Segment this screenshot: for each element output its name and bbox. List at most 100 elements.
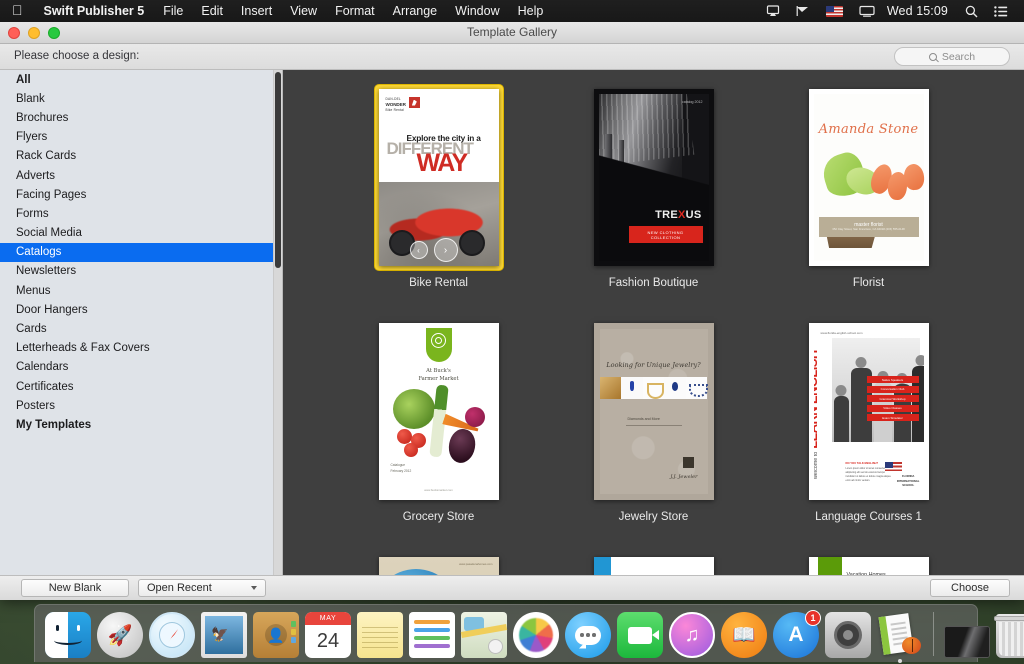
menu-item-format[interactable]: Format xyxy=(326,4,384,18)
search-input[interactable]: Search xyxy=(894,47,1010,66)
sidebar-item-adverts[interactable]: Adverts xyxy=(0,166,282,185)
us-flag-icon[interactable] xyxy=(818,6,851,17)
sidebar-item-cards[interactable]: Cards xyxy=(0,319,282,338)
menu-item-arrange[interactable]: Arrange xyxy=(384,4,446,18)
dock-item-reminders[interactable] xyxy=(409,612,455,658)
dock-item-calendar[interactable]: MAY 24 xyxy=(305,612,351,658)
template-thumbnail-knopka[interactable]: nt cent knopka company www.knopkacomp.co… xyxy=(594,557,714,575)
template-grid[interactable]: DAN-DEL WONDER Bike Rental Explore the c… xyxy=(283,70,1024,575)
template-grid-rows: DAN-DEL WONDER Bike Rental Explore the c… xyxy=(283,85,1024,575)
sidebar-item-my-templates[interactable]: My Templates xyxy=(0,415,282,434)
sidebar-item-catalogs[interactable]: Catalogs xyxy=(0,243,282,262)
template-thumbnail-wrap-fashion[interactable]: catalog 2012 TREXUS NEW CLOTHING COLLECT… xyxy=(590,85,718,270)
template-thumbnail-bike-rental[interactable]: DAN-DEL WONDER Bike Rental Explore the c… xyxy=(379,89,499,266)
sidebar-item-calendars[interactable]: Calendars xyxy=(0,358,282,377)
dock-item-finder[interactable] xyxy=(45,612,91,658)
template-thumbnail-wrap-florist[interactable]: Amanda Stone xyxy=(805,85,933,270)
template-thumbnail-wrap-grocery[interactable]: At Buck's Farmer Market xyxy=(375,319,503,504)
language-bullet-2: Conversation Club xyxy=(867,386,919,393)
dock-item-notes[interactable] xyxy=(357,612,403,658)
template-thumbnail-florist[interactable]: Amanda Stone xyxy=(809,89,929,266)
template-thumbnail-wrap-language[interactable]: www.florida-english-school.com xyxy=(805,319,933,504)
template-thumbnail-selection[interactable]: DAN-DEL WONDER Bike Rental Explore the c… xyxy=(375,85,503,270)
open-recent-dropdown[interactable]: Open Recent xyxy=(138,579,266,597)
sidebar-item-brochures[interactable]: Brochures xyxy=(0,108,282,127)
dock-item-ibooks[interactable]: 📖 xyxy=(721,612,767,658)
template-card-fashion-boutique[interactable]: catalog 2012 TREXUS NEW CLOTHING COLLECT… xyxy=(546,85,761,289)
dock-item-mail[interactable]: 🦅 xyxy=(201,612,247,658)
dock-item-maps[interactable] xyxy=(461,612,507,658)
dock-item-messages[interactable] xyxy=(565,612,611,658)
template-thumbnail-grocery-store[interactable]: At Buck's Farmer Market xyxy=(379,323,499,500)
window-titlebar[interactable]: Template Gallery xyxy=(0,22,1024,44)
sidebar-item-forms[interactable]: Forms xyxy=(0,204,282,223)
dock-item-app-store[interactable]: A 1 xyxy=(773,612,819,658)
sidebar-item-facing-pages[interactable]: Facing Pages xyxy=(0,185,282,204)
menu-item-edit[interactable]: Edit xyxy=(192,4,232,18)
sidebar-scrollbar[interactable] xyxy=(273,70,282,575)
dock-separator xyxy=(933,612,934,656)
template-thumbnail-pasadena[interactable]: Vacation Homes in Pasadena xyxy=(809,557,929,575)
sidebar-item-all[interactable]: All xyxy=(0,70,282,89)
template-card-knopka[interactable]: nt cent knopka company www.knopkacomp.co… xyxy=(546,553,761,575)
choose-button[interactable]: Choose xyxy=(930,579,1010,597)
jewelry-brand: J.J. Jeweler xyxy=(670,474,697,480)
menu-item-help[interactable]: Help xyxy=(509,4,553,18)
sidebar-item-posters[interactable]: Posters xyxy=(0,396,282,415)
template-card-jewelry-store[interactable]: Looking for Unique Jewelry? Diamonds an xyxy=(546,319,761,523)
sidebar-item-door-hangers[interactable]: Door Hangers xyxy=(0,300,282,319)
menu-item-file[interactable]: File xyxy=(154,4,192,18)
sidebar-item-menus[interactable]: Menus xyxy=(0,281,282,300)
dock-item-swift-publisher[interactable] xyxy=(877,612,923,658)
template-card-grocery-store[interactable]: At Buck's Farmer Market xyxy=(331,319,546,523)
language-bullet-4: Video Classes xyxy=(867,405,919,412)
template-card-pasadena[interactable]: Vacation Homes in Pasadena xyxy=(761,553,976,575)
template-thumbnail-jewelry-store[interactable]: Looking for Unique Jewelry? Diamonds an xyxy=(594,323,714,500)
dock-item-launchpad[interactable]: 🚀 xyxy=(97,612,143,658)
airplay-icon[interactable] xyxy=(788,5,818,17)
spotlight-search-icon[interactable] xyxy=(957,5,986,18)
template-thumbnail-wrap-knopka[interactable]: nt cent knopka company www.knopkacomp.co… xyxy=(590,553,718,575)
dock-item-photos[interactable] xyxy=(513,612,559,658)
menu-item-insert[interactable]: Insert xyxy=(232,4,281,18)
template-card-vacation[interactable]: Vacation www.pasadenahomes.com xyxy=(331,553,546,575)
sidebar-item-flyers[interactable]: Flyers xyxy=(0,128,282,147)
template-thumbnail-wrap-vacation[interactable]: Vacation www.pasadenahomes.com xyxy=(375,553,503,575)
menu-app-name[interactable]: Swift Publisher 5 xyxy=(34,4,155,18)
trash-body-icon xyxy=(999,622,1024,656)
sidebar-item-blank[interactable]: Blank xyxy=(0,89,282,108)
dock-item-system-preferences[interactable] xyxy=(825,612,871,658)
menu-item-window[interactable]: Window xyxy=(446,4,508,18)
finder-smile-icon xyxy=(54,636,82,645)
template-thumbnail-language-courses-1[interactable]: www.florida-english-school.com xyxy=(809,323,929,500)
menu-bar-clock[interactable]: Wed 15:09 xyxy=(883,4,957,18)
dock-item-safari[interactable] xyxy=(149,612,195,658)
template-card-language-courses-1[interactable]: www.florida-english-school.com xyxy=(761,319,976,523)
dock-item-contacts[interactable]: 👤 xyxy=(253,612,299,658)
category-sidebar[interactable]: All Blank Brochures Flyers Rack Cards Ad… xyxy=(0,70,283,575)
menu-item-view[interactable]: View xyxy=(281,4,326,18)
finder-eyes-icon xyxy=(50,625,86,631)
sidebar-item-letterheads-fax-covers[interactable]: Letterheads & Fax Covers xyxy=(0,339,282,358)
sidebar-scrollbar-thumb[interactable] xyxy=(275,72,281,268)
template-thumbnail-fashion-boutique[interactable]: catalog 2012 TREXUS NEW CLOTHING COLLECT… xyxy=(594,89,714,266)
dock-item-itunes[interactable]: ♫ xyxy=(669,612,715,658)
template-card-bike-rental[interactable]: DAN-DEL WONDER Bike Rental Explore the c… xyxy=(331,85,546,289)
display-icon[interactable] xyxy=(851,5,883,17)
sidebar-item-rack-cards[interactable]: Rack Cards xyxy=(0,147,282,166)
template-thumbnail-wrap-pasadena[interactable]: Vacation Homes in Pasadena xyxy=(805,553,933,575)
template-thumbnail-wrap-jewelry[interactable]: Looking for Unique Jewelry? Diamonds an xyxy=(590,319,718,504)
apple-menu-icon[interactable]:  xyxy=(0,3,34,17)
new-blank-button[interactable]: New Blank xyxy=(21,579,129,597)
dock-item-minimized-window[interactable] xyxy=(944,626,990,658)
school-line-3: SCHOOL xyxy=(897,483,920,487)
notification-center-icon[interactable] xyxy=(986,6,1016,17)
template-thumbnail-vacation[interactable]: Vacation www.pasadenahomes.com xyxy=(379,557,499,575)
screen-sharing-icon[interactable] xyxy=(758,5,788,17)
template-card-florist[interactable]: Amanda Stone xyxy=(761,85,976,289)
sidebar-item-certificates[interactable]: Certificates xyxy=(0,377,282,396)
sidebar-item-social-media[interactable]: Social Media xyxy=(0,224,282,243)
dock-item-trash[interactable] xyxy=(996,614,1024,658)
dock-item-facetime[interactable] xyxy=(617,612,663,658)
sidebar-item-newsletters[interactable]: Newsletters xyxy=(0,262,282,281)
